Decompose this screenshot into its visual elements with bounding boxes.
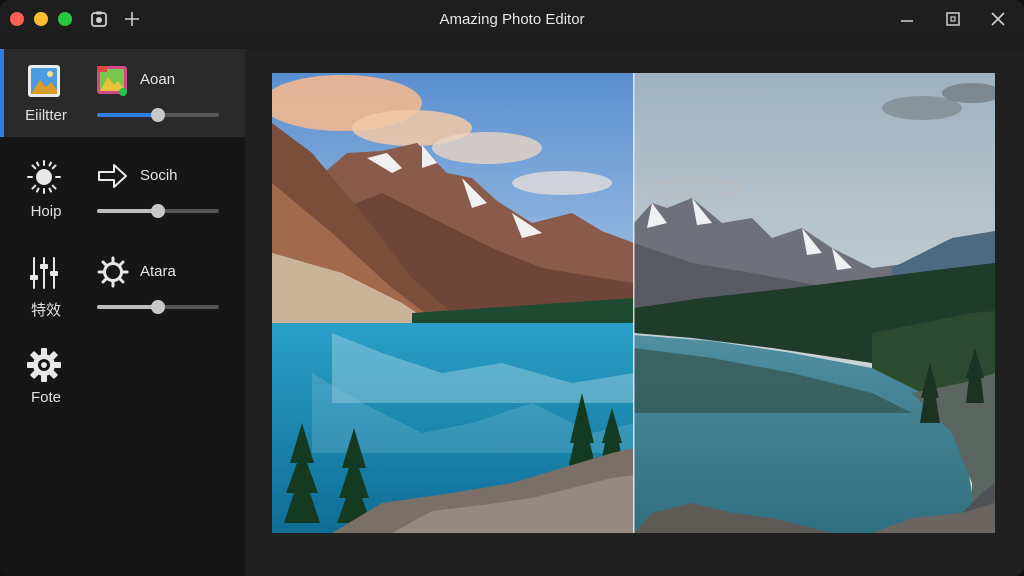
tool-item-fote[interactable]: Fote <box>0 347 92 427</box>
adjust-slider[interactable] <box>97 108 219 122</box>
title-bar: Amazing Photo Editor <box>0 0 1024 38</box>
tool-item-filter[interactable]: Eiiltter Aoan <box>0 49 245 137</box>
tool-item-help[interactable]: Hoip Socih <box>0 145 245 233</box>
photo-icon <box>28 65 60 97</box>
window-title: Amazing Photo Editor <box>439 11 585 28</box>
adjust-label: Socih <box>140 167 178 184</box>
slider-fill <box>97 209 158 213</box>
adjust-label: Atara <box>140 263 176 280</box>
cog-icon <box>27 348 61 382</box>
arrow-right-icon[interactable] <box>96 159 130 193</box>
colorful-image-icon[interactable] <box>96 63 130 97</box>
slider-knob[interactable] <box>151 108 165 122</box>
canvas-area <box>245 49 1024 576</box>
slider-knob[interactable] <box>151 204 165 218</box>
landscape-photo <box>272 73 995 533</box>
app-window: Amazing Photo Editor Eiiltter Aoan Hoip … <box>0 0 1024 576</box>
tool-item-effects[interactable]: 特效 Atara <box>0 241 245 329</box>
maximize-icon[interactable] <box>942 8 964 30</box>
adjust-label: Aoan <box>140 71 176 88</box>
tool-label: 特效 <box>30 302 61 319</box>
minimize-icon[interactable] <box>896 8 918 30</box>
slider-knob[interactable] <box>151 300 165 314</box>
compare-split-line[interactable] <box>633 73 635 533</box>
sliders-icon <box>30 257 58 289</box>
tool-sidebar: Eiiltter Aoan Hoip Socih 特效 Atara Fote <box>0 49 245 576</box>
tool-label: Hoip <box>30 203 62 220</box>
photo-preview[interactable] <box>272 73 995 533</box>
sun-icon <box>27 160 61 194</box>
tool-label: Eiiltter <box>25 107 67 124</box>
close-icon[interactable] <box>987 8 1009 30</box>
slider-fill <box>97 305 158 309</box>
gear-icon[interactable] <box>96 255 130 289</box>
slider-fill <box>97 113 158 117</box>
adjust-slider[interactable] <box>97 300 219 314</box>
tool-label: Fote <box>30 389 61 406</box>
adjust-slider[interactable] <box>97 204 219 218</box>
